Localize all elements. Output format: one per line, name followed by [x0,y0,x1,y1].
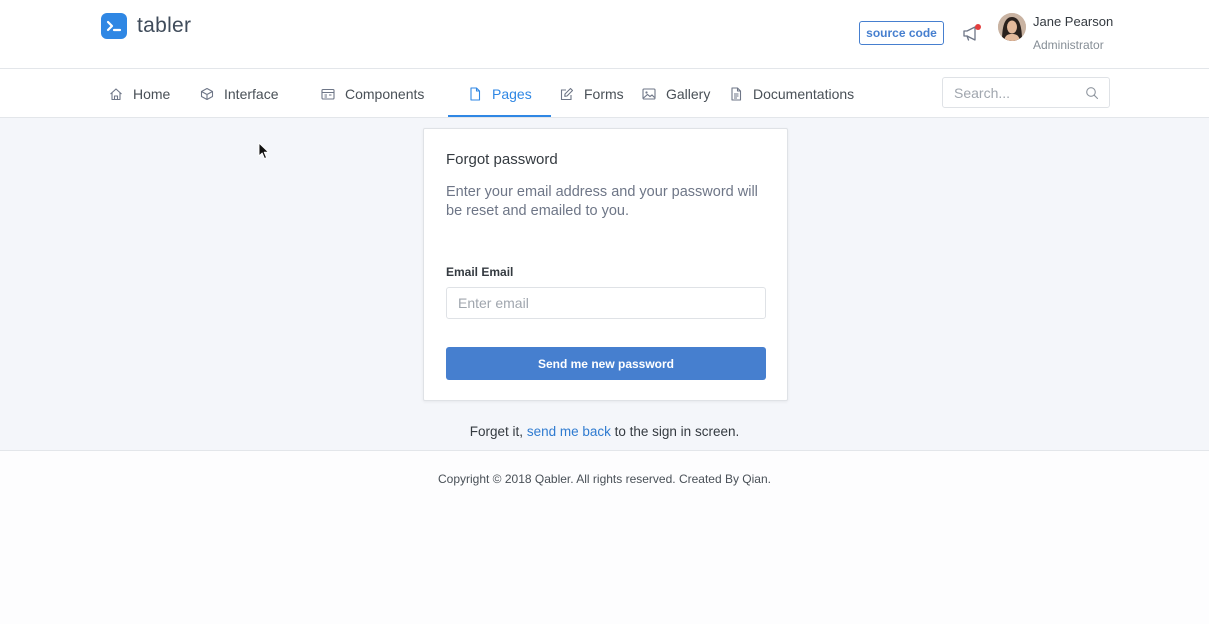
nav-label-pages: Pages [492,85,532,102]
notification-dot [975,24,981,30]
main-nav: Home Interface Components Pages Forms Ga… [0,69,1209,118]
search-icon[interactable] [1085,86,1099,100]
back-prefix: Forget it, [469,424,524,439]
top-header: tabler source code Jane Pearson Administ… [0,0,1209,69]
brand-name[interactable]: tabler [137,14,191,38]
nav-label-interface: Interface [224,85,279,102]
search-box [942,77,1110,108]
edit-icon [560,87,574,100]
user-role: Administrator [1033,38,1104,52]
search-input[interactable] [943,78,1083,107]
nav-label-components: Components [345,85,425,102]
email-field[interactable] [446,287,766,319]
file-text-icon [731,86,742,101]
nav-item-home[interactable]: Home [109,69,170,118]
card-title: Forgot password [446,151,558,168]
nav-item-forms[interactable]: Forms [560,69,624,118]
nav-item-interface[interactable]: Interface [200,69,278,118]
mouse-cursor-icon [258,142,269,159]
nav-item-pages[interactable]: Pages [468,69,532,118]
nav-item-components[interactable]: Components [321,69,424,118]
nav-label-home: Home [133,85,171,102]
nav-item-gallery[interactable]: Gallery [642,69,710,118]
send-new-password-button[interactable]: Send me new password [446,347,766,380]
back-to-signin-text: Forget it, send me back to the sign in s… [0,424,1209,439]
nav-label-gallery: Gallery [666,85,711,102]
avatar[interactable] [998,13,1026,41]
nav-label-documentations: Documentations [753,85,855,102]
home-icon [110,87,122,100]
logo-icon[interactable] [101,13,127,39]
user-name[interactable]: Jane Pearson [1033,14,1113,29]
forgot-password-card: Forgot password Enter your email address… [423,128,788,401]
source-code-button[interactable]: source code [859,21,944,45]
file-icon [470,86,481,101]
box-icon [200,87,214,100]
email-field-label: Email Email [446,265,514,279]
calendar-icon [321,88,335,100]
image-icon [642,87,656,100]
send-me-back-link[interactable]: send me back [527,424,611,439]
card-description: Enter your email address and your passwo… [446,184,758,219]
nav-label-forms: Forms [584,85,624,102]
back-suffix: to the sign in screen. [614,424,740,439]
nav-item-documentations[interactable]: Documentations [729,69,854,118]
active-tab-indicator [448,115,551,117]
footer-copyright: Copyright © 2018 Qabler. All rights rese… [437,472,771,486]
